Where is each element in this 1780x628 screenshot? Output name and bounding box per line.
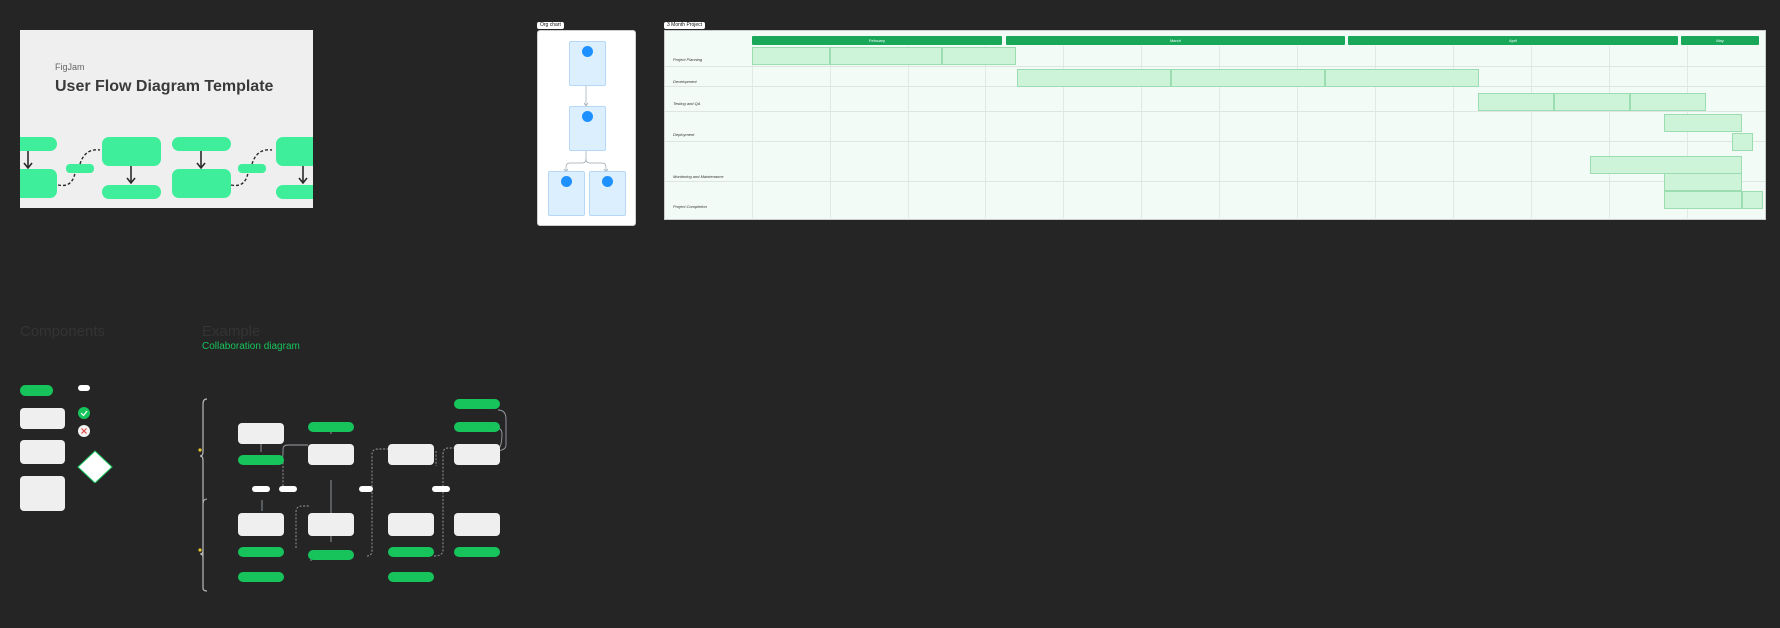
month-header: March [1006,36,1345,45]
flow-action-pill[interactable] [388,547,434,557]
avatar [582,46,593,57]
flow-action-pill[interactable] [238,547,284,557]
flow-screen-box[interactable] [388,513,434,536]
flow-screen-box[interactable] [388,444,434,465]
gantt-task-bar[interactable] [1171,69,1325,87]
org-chart-frame-label: Org chart [537,22,564,29]
gantt-row-label: Deployment [673,132,695,137]
flow-screen-box[interactable] [308,444,354,465]
flow-action-pill[interactable] [238,455,284,465]
component-screen-box[interactable] [20,476,65,511]
component-tag[interactable] [78,385,90,391]
flow-action-pill[interactable] [454,399,500,409]
gantt-task-bar[interactable] [1630,93,1706,111]
gantt-row-label: Development [673,79,697,84]
gantt-row-label: Project Planning [673,57,703,62]
gantt-task-bar[interactable] [1325,69,1479,87]
cover-card[interactable]: FigJam User Flow Diagram Template [20,30,313,208]
gantt-task-bar[interactable] [1590,156,1742,174]
gantt-task-bar[interactable] [1017,69,1171,87]
flow-screen-box[interactable] [238,513,284,536]
avatar [602,176,613,187]
component-action-pill[interactable] [20,385,53,396]
gantt-task-bar[interactable] [1664,191,1742,209]
flow-tag[interactable] [252,486,270,492]
flow-action-pill[interactable] [388,572,434,582]
example-title: Example [202,323,261,340]
check-icon [78,407,90,419]
flow-action-pill[interactable] [238,572,284,582]
component-icons [77,407,113,483]
gantt-task-bar[interactable] [1478,93,1554,111]
avatar [561,176,572,187]
avatar [582,111,593,122]
org-card-middle[interactable] [569,106,606,151]
org-chart-frame[interactable] [537,30,636,226]
flow-tag[interactable] [432,486,450,492]
component-screen-box[interactable] [20,440,65,464]
flow-screen-box[interactable] [454,513,500,536]
gantt-task-bar[interactable] [1664,114,1742,132]
project-frame-label: 3 Month Project [664,22,706,29]
flow-action-pill[interactable] [454,422,500,432]
flow-action-pill[interactable] [454,547,500,557]
org-card-right[interactable] [589,171,626,216]
flow-tag[interactable] [279,486,297,492]
cover-illustration [20,137,313,199]
gantt-row-label: Monitoring and Maintenance [673,174,724,179]
org-card-top[interactable] [569,41,606,86]
gantt-row-label: Testing and QA [673,101,701,106]
gantt-row-label: Project Completion [673,204,707,209]
component-screen-box[interactable] [20,408,65,429]
gantt-task-bar[interactable] [1554,93,1630,111]
gantt-task-bar[interactable] [1732,133,1753,151]
month-header: April [1348,36,1678,45]
month-header: February [752,36,1002,45]
flow-tag[interactable] [359,486,373,492]
gantt-frame[interactable]: February March April May Project Plannin… [664,30,1766,220]
flow-screen-box[interactable] [238,423,284,444]
month-header: May [1681,36,1759,45]
gantt-task-bar[interactable] [1742,191,1763,209]
flow-action-pill[interactable] [308,550,354,560]
example-subtitle: Collaboration diagram [202,341,300,352]
decision-diamond-icon [77,450,113,483]
org-card-left[interactable] [548,171,585,216]
gantt-task-bar[interactable] [942,47,1016,65]
flow-screen-box[interactable] [308,513,354,536]
flow-screen-box[interactable] [454,444,500,465]
flow-action-pill[interactable] [308,422,354,432]
gantt-task-bar[interactable] [830,47,942,65]
components-title: Components [20,323,106,340]
gantt-task-bar[interactable] [1664,173,1742,191]
gantt-task-bar[interactable] [752,47,830,65]
